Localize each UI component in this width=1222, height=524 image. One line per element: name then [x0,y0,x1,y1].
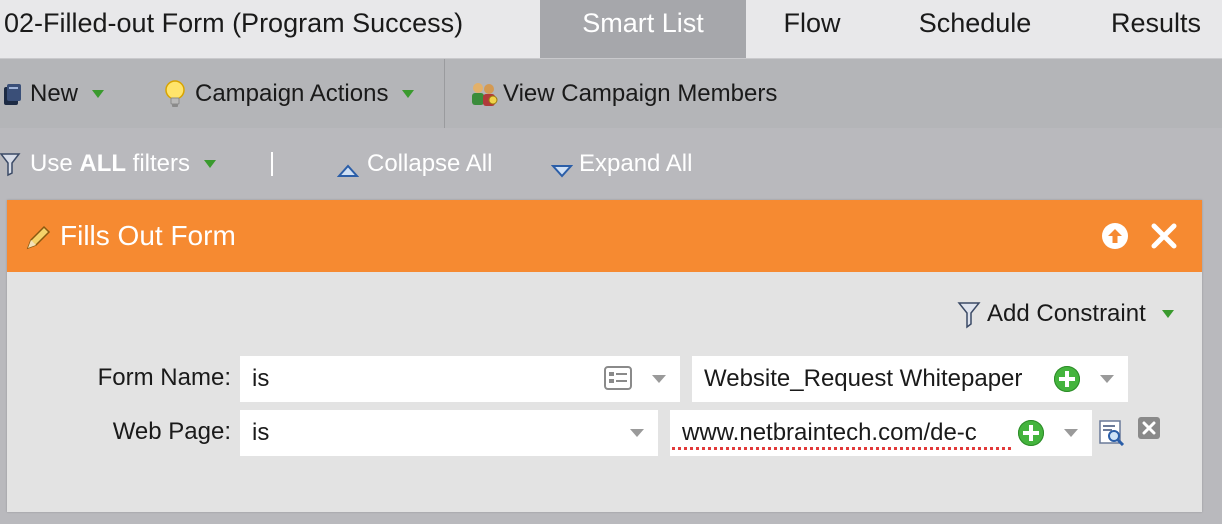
expand-triangle-icon [550,157,574,178]
add-constraint-label: Add Constraint [987,300,1146,327]
campaign-actions-button[interactable]: Campaign Actions [163,59,415,129]
filter-title: Fills Out Form [60,220,236,251]
collapse-all-button[interactable]: Collapse All [336,128,493,200]
operator-value: is [252,365,270,392]
funnel-constraint-icon [957,299,985,329]
chevron-down-icon [204,160,217,168]
use-suffix: filters [126,150,191,177]
use-prefix: Use [30,150,80,177]
add-constraint-button[interactable]: Add Constraint [957,298,1174,330]
new-menu-button[interactable]: New [2,59,105,129]
expand-all-label: Expand All [579,150,693,177]
view-members-label: View Campaign Members [503,80,778,107]
web-page-label: Web Page: [112,418,231,445]
collapse-triangle-icon [336,157,360,177]
chevron-down-icon [1100,375,1114,383]
new-label: New [30,80,79,107]
funnel-icon [0,151,24,177]
chevron-down-icon [630,429,644,437]
move-up-icon[interactable] [1101,222,1129,250]
tab-bar: 02-Filled-out Form (Program Success) Sma… [0,0,1222,58]
campaign-actions-label: Campaign Actions [195,80,389,107]
spellcheck-underline [672,447,1012,450]
filter-card: Fills Out Form Add Constraint Form Name:… [7,200,1202,512]
operator-value: is [252,419,270,446]
filterbar-divider [271,152,273,176]
lookup-icon[interactable] [1099,420,1125,447]
web-page-operator-select[interactable]: is [240,410,658,456]
tab-smart-list[interactable]: Smart List [540,0,746,58]
expand-all-button[interactable]: Expand All [550,128,693,200]
toolbar: New Campaign Actions View Campaign Membe… [0,58,1222,129]
add-value-icon[interactable] [1054,366,1080,392]
form-name-label: Form Name: [97,364,231,391]
use-all-bold: ALL [79,150,127,177]
filter-card-header: Fills Out Form [7,200,1202,272]
form-name-value-select[interactable]: Website_Request Whitepaper [692,356,1128,402]
pencil-icon [24,224,52,252]
campaign-title: 02-Filled-out Form (Program Success) [4,8,464,38]
chevron-down-icon [1161,310,1174,318]
toolbar-divider [444,59,445,129]
chevron-down-icon [92,90,105,98]
tab-schedule[interactable]: Schedule [896,0,1054,58]
add-value-icon[interactable] [1018,420,1044,446]
lightbulb-icon [163,79,187,109]
tab-flow[interactable]: Flow [760,0,864,58]
form-name-operator-select[interactable]: is [240,356,680,402]
tab-results[interactable]: Results [1090,0,1222,58]
members-icon [469,80,499,108]
close-icon[interactable] [1150,222,1178,250]
form-name-value: Website_Request Whitepaper [704,365,1023,392]
chevron-down-icon [652,375,666,383]
collapse-all-label: Collapse All [367,150,493,177]
filter-bar: Use ALL filters Collapse All Expand All [0,128,1222,200]
chevron-down-icon [402,90,415,98]
use-all-filters-dropdown[interactable]: Use ALL filters [0,128,217,200]
list-icon [604,366,632,390]
chevron-down-icon [1064,429,1078,437]
new-icon [2,82,24,106]
web-page-value-select[interactable]: www.netbraintech.com/de-c [670,410,1092,456]
view-campaign-members-button[interactable]: View Campaign Members [469,59,777,129]
remove-icon[interactable] [1137,416,1161,440]
